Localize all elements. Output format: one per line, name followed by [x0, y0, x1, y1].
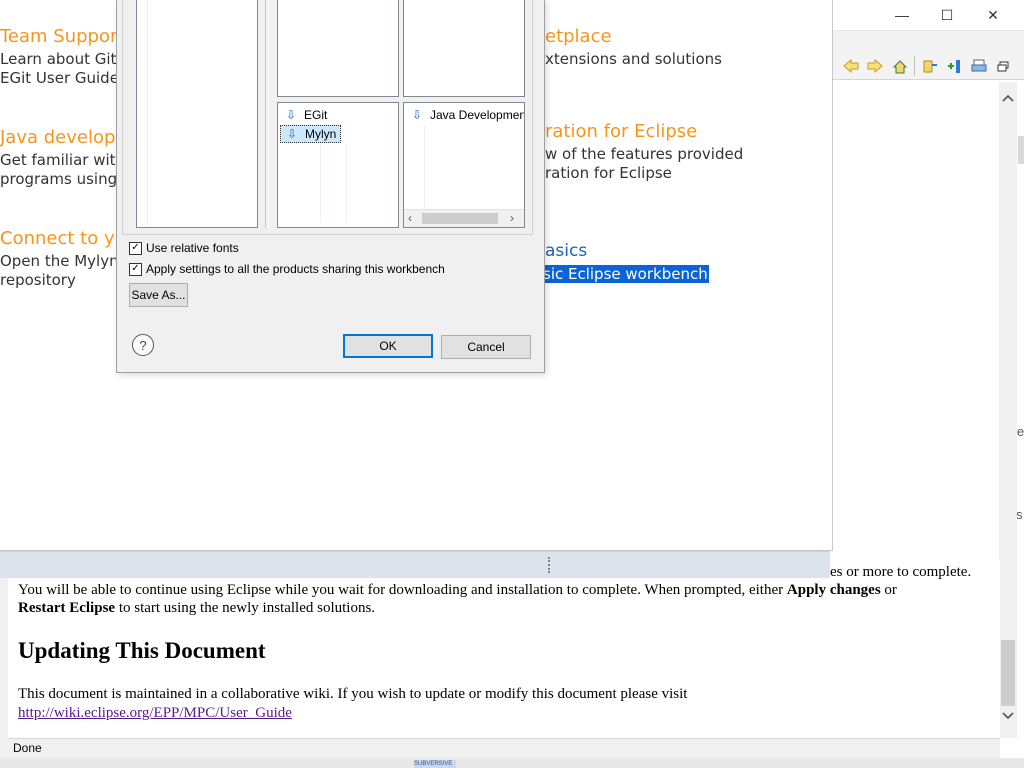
integration-desc: ration for Eclipse: [545, 164, 672, 182]
connect-desc: Open the Mylyn: [0, 252, 119, 270]
vertical-separator: [265, 0, 269, 228]
checkbox-checked-icon: ✓: [129, 262, 142, 276]
connect-link[interactable]: Connect to y: [0, 228, 115, 249]
right-list[interactable]: ⇩ Java Developmen ‹ ›: [403, 102, 525, 228]
print-icon[interactable]: [970, 58, 988, 74]
integration-link[interactable]: ration for Eclipse: [545, 121, 697, 142]
cancel-button[interactable]: Cancel: [441, 335, 531, 359]
ok-button[interactable]: OK: [343, 334, 433, 358]
connect-desc: repository: [0, 271, 76, 289]
list-item[interactable]: ⇩ Java Developmen: [410, 106, 524, 124]
status-text: Done: [13, 741, 42, 755]
java-development-desc: Get familiar wit: [0, 151, 116, 169]
download-arrow-icon: ⇩: [411, 108, 423, 122]
list-item[interactable]: ⇩ EGit: [284, 106, 327, 124]
back-icon[interactable]: [842, 58, 860, 74]
status-bar: Done: [8, 738, 1000, 759]
selected-text: sic Eclipse workbench: [542, 265, 709, 283]
help-document: es or more to complete. You will be able…: [8, 560, 1000, 738]
team-support-desc: Learn about Git: [0, 50, 117, 68]
integration-desc: w of the features provided: [545, 145, 744, 163]
sync-toc-icon[interactable]: [921, 58, 939, 74]
tab-stub[interactable]: [1018, 136, 1024, 164]
java-development-desc: programs using: [0, 170, 118, 188]
preferences-dialog: ⇩ EGit ⇩ Mylyn ⇩ Java Developmen ‹ › ✓ Use …: [116, 0, 545, 373]
bookmark-add-icon[interactable]: [945, 58, 963, 74]
list-item-selected[interactable]: ⇩ Mylyn: [280, 125, 342, 143]
middle-top-list[interactable]: [277, 0, 399, 97]
download-arrow-icon: ⇩: [286, 127, 298, 141]
restore-view-icon[interactable]: [994, 58, 1012, 74]
right-top-list[interactable]: [403, 0, 525, 97]
left-list[interactable]: [136, 0, 258, 228]
apply-settings-checkbox[interactable]: ✓ Apply settings to all the products sha…: [129, 262, 445, 276]
basics-link[interactable]: asics: [545, 241, 587, 261]
split-handle[interactable]: [0, 551, 830, 578]
scroll-down-icon[interactable]: [1001, 710, 1015, 724]
home-icon[interactable]: [891, 58, 909, 74]
scrollbar-thumb[interactable]: [1001, 640, 1015, 706]
java-development-link[interactable]: Java develop: [0, 127, 115, 148]
scrollbar-thumb[interactable]: [422, 213, 498, 224]
checkbox-checked-icon: ✓: [129, 241, 142, 255]
minimize-button[interactable]: —: [879, 0, 925, 30]
maximize-icon: ☐: [940, 6, 954, 23]
middle-list[interactable]: ⇩ EGit ⇩ Mylyn: [277, 102, 399, 228]
save-as-button[interactable]: Save As...: [129, 283, 188, 307]
doc-paragraph-line: Restart Eclipse to start using the newly…: [18, 600, 376, 616]
toolbar-separator: [914, 56, 915, 76]
wiki-link[interactable]: http://wiki.eclipse.org/EPP/MPC/User_Gui…: [18, 705, 292, 722]
use-relative-fonts-checkbox[interactable]: ✓ Use relative fonts: [129, 241, 239, 255]
horizontal-scrollbar[interactable]: ‹ ›: [404, 209, 524, 227]
scroll-right-icon[interactable]: ›: [510, 211, 514, 225]
doc-paragraph-line: You will be able to continue using Eclip…: [18, 582, 897, 598]
doc-text-clipped: es or more to complete.: [830, 564, 972, 580]
minimize-icon: —: [895, 7, 909, 23]
help-titlebar: — ☐ ✕: [830, 0, 1024, 31]
doc-heading: Updating This Document: [18, 638, 266, 663]
close-button[interactable]: ✕: [970, 0, 1016, 30]
bottom-strip: [0, 758, 1024, 768]
maximize-button[interactable]: ☐: [924, 0, 970, 30]
marketplace-desc: xtensions and solutions: [545, 50, 722, 68]
download-arrow-icon: ⇩: [285, 108, 297, 122]
team-support-link[interactable]: Team Suppor: [0, 26, 117, 47]
marketplace-link[interactable]: etplace: [545, 26, 612, 47]
doc-paragraph: This document is maintained in a collabo…: [18, 686, 688, 702]
close-icon: ✕: [987, 6, 999, 23]
team-support-desc: EGit User Guide: [0, 69, 119, 87]
help-icon[interactable]: ?: [132, 334, 154, 356]
scroll-up-icon[interactable]: [1001, 92, 1015, 106]
taskbar-item[interactable]: SUBVERSIVE: [414, 760, 456, 768]
grip-icon: [548, 557, 552, 573]
scroll-left-icon[interactable]: ‹: [408, 211, 412, 225]
forward-icon[interactable]: [866, 58, 884, 74]
